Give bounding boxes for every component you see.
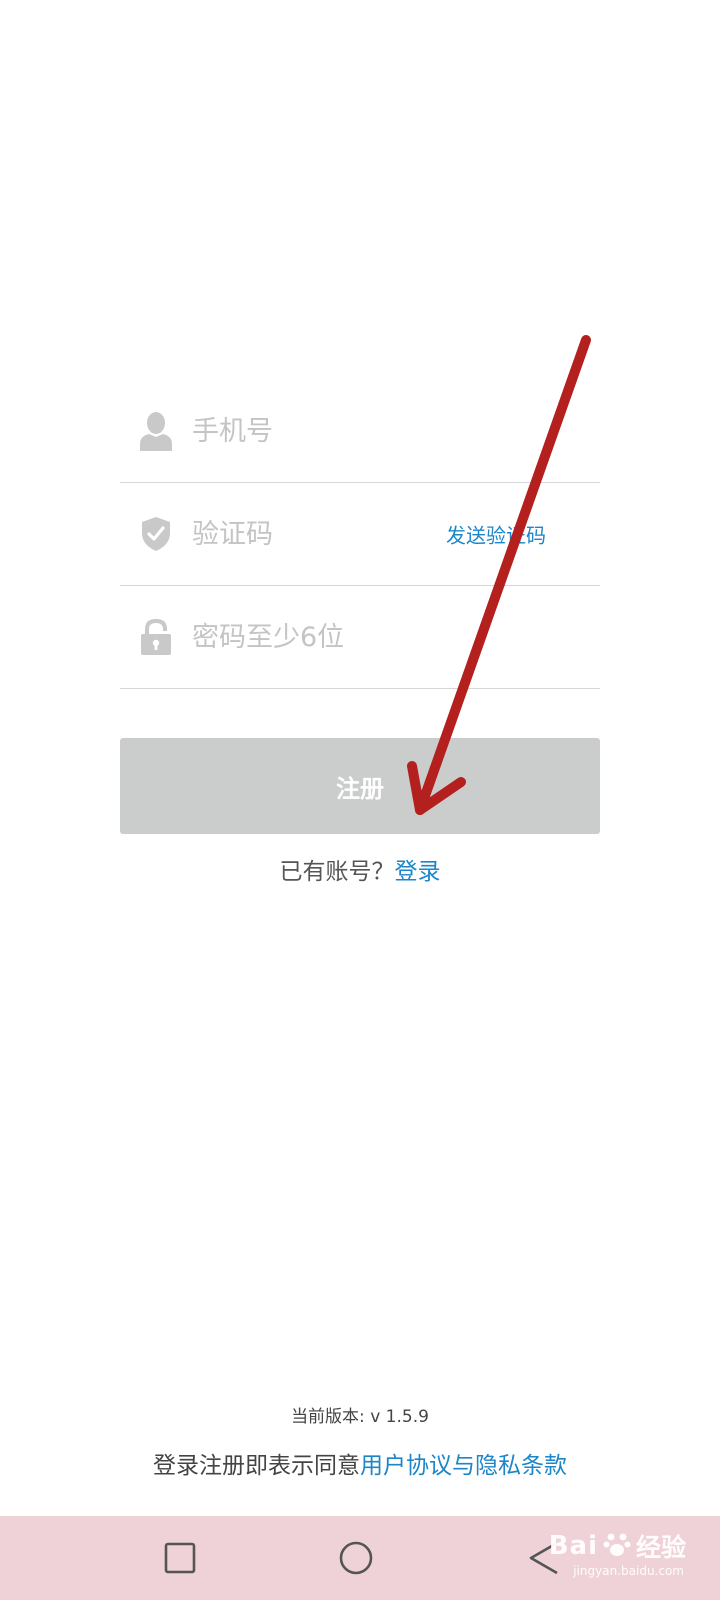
lock-icon	[138, 617, 174, 657]
agreement-row: 登录注册即表示同意用户协议与隐私条款	[0, 1446, 720, 1480]
register-screen: 发送验证码 注册 已有账号？登录 当前版本: v 1.5.9 登录注册即表示同意…	[0, 0, 720, 1600]
phone-field-row	[120, 380, 600, 483]
register-button[interactable]: 注册	[120, 738, 600, 834]
watermark-url: jingyan.baidu.com	[573, 1564, 684, 1578]
phone-input[interactable]	[192, 401, 600, 461]
login-link[interactable]: 登录	[395, 859, 441, 885]
register-form: 发送验证码	[120, 380, 600, 689]
code-field-row: 发送验证码	[120, 483, 600, 586]
login-prompt-row: 已有账号？登录	[0, 852, 720, 886]
agreement-link[interactable]: 用户协议与隐私条款	[360, 1453, 567, 1479]
send-code-button[interactable]: 发送验证码	[446, 520, 546, 549]
user-icon	[138, 411, 174, 451]
square-icon[interactable]	[158, 1536, 202, 1580]
password-input[interactable]	[192, 607, 600, 667]
login-prompt-text: 已有账号？	[279, 859, 395, 885]
password-field-row	[120, 586, 600, 689]
agreement-prefix: 登录注册即表示同意	[153, 1453, 360, 1479]
version-label: 当前版本: v 1.5.9	[291, 1407, 429, 1427]
watermark-brand: Bai	[548, 1531, 598, 1561]
watermark-brand-suffix: 经验	[635, 1533, 686, 1562]
circle-icon[interactable]	[334, 1536, 378, 1580]
paw-icon	[602, 1529, 632, 1563]
shield-check-icon	[138, 514, 174, 554]
baidu-jingyan-watermark: Bai 经验	[549, 1528, 686, 1564]
